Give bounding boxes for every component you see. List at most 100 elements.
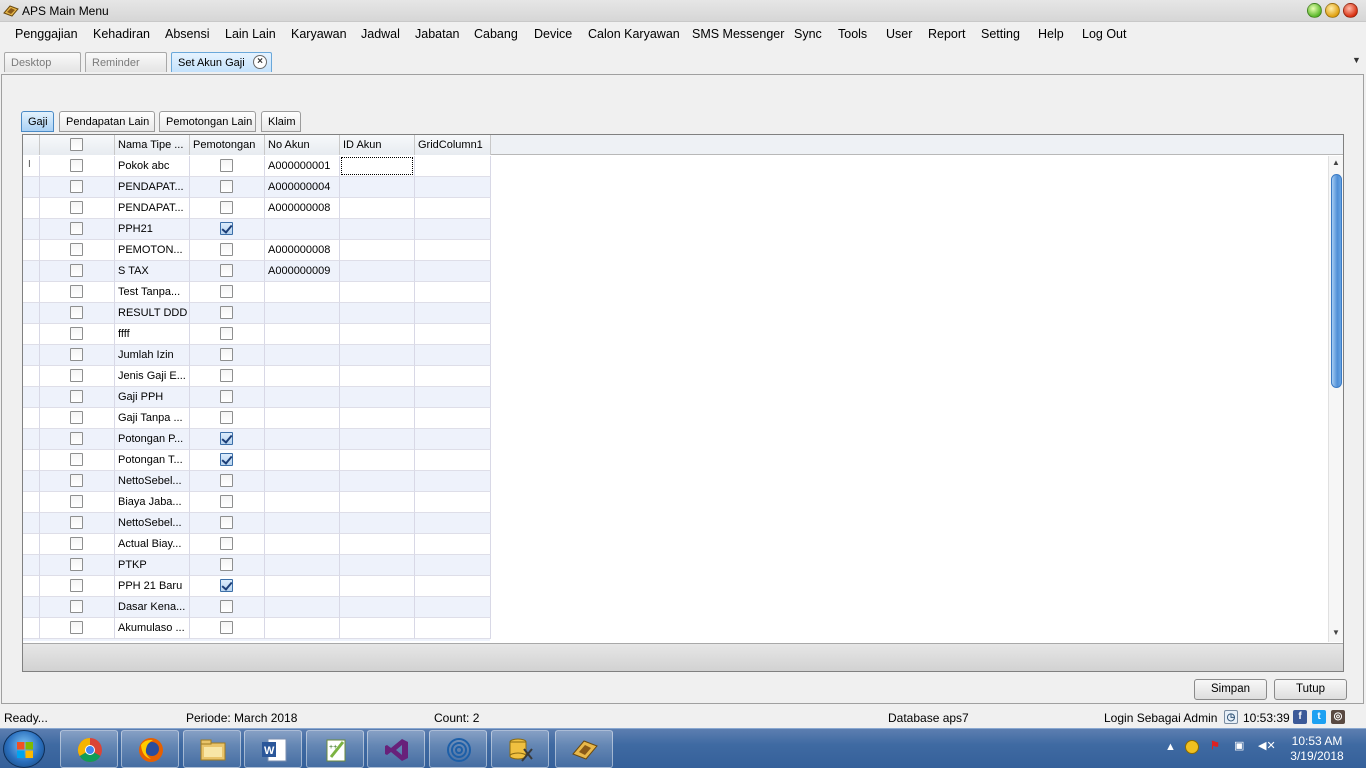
menu-sms-messenger[interactable]: SMS Messenger bbox=[692, 27, 784, 41]
pemotongan-checkbox[interactable] bbox=[220, 369, 233, 382]
taskbar-visual-studio[interactable] bbox=[367, 730, 425, 768]
taskbar-notepad-plus-plus[interactable]: ++ bbox=[306, 730, 364, 768]
table-row[interactable]: Biaya Jaba... bbox=[23, 492, 491, 513]
row-select-checkbox[interactable] bbox=[70, 369, 83, 382]
cell-id-akun[interactable] bbox=[340, 282, 415, 303]
cell-select[interactable] bbox=[40, 534, 115, 555]
table-row[interactable]: PEMOTON... A000000008 bbox=[23, 240, 491, 261]
subtab-pendapatan-lain[interactable]: Pendapatan Lain bbox=[59, 111, 155, 132]
taskbar-firefox[interactable] bbox=[121, 730, 179, 768]
menu-kehadiran[interactable]: Kehadiran bbox=[93, 27, 150, 41]
scroll-down-icon[interactable]: ▼ bbox=[1332, 628, 1340, 637]
cell-select[interactable] bbox=[40, 597, 115, 618]
scroll-up-icon[interactable]: ▲ bbox=[1332, 158, 1340, 167]
start-button[interactable] bbox=[3, 730, 45, 768]
cell-pemotongan[interactable] bbox=[190, 324, 265, 345]
cell-no-akun[interactable] bbox=[265, 282, 340, 303]
cell-select[interactable] bbox=[40, 366, 115, 387]
row-select-checkbox[interactable] bbox=[70, 537, 83, 550]
tab-overflow-chevron-down-icon[interactable]: ▼ bbox=[1352, 55, 1361, 65]
cell-gridcolumn1[interactable] bbox=[415, 408, 491, 429]
cell-gridcolumn1[interactable] bbox=[415, 240, 491, 261]
taskbar-file-explorer[interactable] bbox=[183, 730, 241, 768]
cell-pemotongan[interactable] bbox=[190, 513, 265, 534]
cell-no-akun[interactable] bbox=[265, 219, 340, 240]
cell-gridcolumn1[interactable] bbox=[415, 576, 491, 597]
cell-nama-tipe[interactable]: Pokok abc bbox=[115, 156, 190, 177]
cell-nama-tipe[interactable]: NettoSebel... bbox=[115, 471, 190, 492]
menu-device[interactable]: Device bbox=[534, 27, 572, 41]
header-nama-tipe[interactable]: Nama Tipe ... bbox=[115, 135, 190, 155]
cell-id-akun[interactable] bbox=[340, 156, 415, 177]
cell-nama-tipe[interactable]: Akumulaso ... bbox=[115, 618, 190, 639]
cell-nama-tipe[interactable]: Potongan P... bbox=[115, 429, 190, 450]
cell-nama-tipe[interactable]: Biaya Jaba... bbox=[115, 492, 190, 513]
cell-nama-tipe[interactable]: PEMOTON... bbox=[115, 240, 190, 261]
cell-no-akun[interactable] bbox=[265, 492, 340, 513]
pemotongan-checkbox[interactable] bbox=[220, 537, 233, 550]
cell-gridcolumn1[interactable] bbox=[415, 555, 491, 576]
table-row[interactable]: Dasar Kena... bbox=[23, 597, 491, 618]
pemotongan-checkbox[interactable] bbox=[220, 432, 233, 445]
cell-no-akun[interactable]: A000000009 bbox=[265, 261, 340, 282]
row-select-checkbox[interactable] bbox=[70, 180, 83, 193]
cell-gridcolumn1[interactable] bbox=[415, 324, 491, 345]
cell-select[interactable] bbox=[40, 282, 115, 303]
cell-nama-tipe[interactable]: ffff bbox=[115, 324, 190, 345]
table-row[interactable]: Potongan P... bbox=[23, 429, 491, 450]
cell-pemotongan[interactable] bbox=[190, 303, 265, 324]
cell-id-akun[interactable] bbox=[340, 555, 415, 576]
cell-nama-tipe[interactable]: NettoSebel... bbox=[115, 513, 190, 534]
taskbar-database-tools[interactable] bbox=[491, 730, 549, 768]
menu-karyawan[interactable]: Karyawan bbox=[291, 27, 347, 41]
pemotongan-checkbox[interactable] bbox=[220, 222, 233, 235]
cell-pemotongan[interactable] bbox=[190, 471, 265, 492]
table-row[interactable]: NettoSebel... bbox=[23, 471, 491, 492]
cell-gridcolumn1[interactable] bbox=[415, 219, 491, 240]
cell-no-akun[interactable] bbox=[265, 450, 340, 471]
cell-gridcolumn1[interactable] bbox=[415, 450, 491, 471]
cell-select[interactable] bbox=[40, 471, 115, 492]
cell-nama-tipe[interactable]: PTKP bbox=[115, 555, 190, 576]
tab-reminder[interactable]: Reminder bbox=[85, 52, 167, 72]
cell-no-akun[interactable] bbox=[265, 324, 340, 345]
cell-pemotongan[interactable] bbox=[190, 156, 265, 177]
cell-nama-tipe[interactable]: RESULT DDD bbox=[115, 303, 190, 324]
table-row[interactable]: NettoSebel... bbox=[23, 513, 491, 534]
cell-pemotongan[interactable] bbox=[190, 597, 265, 618]
pemotongan-checkbox[interactable] bbox=[220, 453, 233, 466]
cell-id-akun[interactable] bbox=[340, 534, 415, 555]
cell-select[interactable] bbox=[40, 177, 115, 198]
cell-no-akun[interactable] bbox=[265, 555, 340, 576]
table-row[interactable]: PTKP bbox=[23, 555, 491, 576]
cell-gridcolumn1[interactable] bbox=[415, 471, 491, 492]
header-no-akun[interactable]: No Akun bbox=[265, 135, 340, 155]
row-select-checkbox[interactable] bbox=[70, 306, 83, 319]
pemotongan-checkbox[interactable] bbox=[220, 621, 233, 634]
cell-nama-tipe[interactable]: Test Tanpa... bbox=[115, 282, 190, 303]
pemotongan-checkbox[interactable] bbox=[220, 474, 233, 487]
taskbar-chrome[interactable] bbox=[60, 730, 118, 768]
cell-nama-tipe[interactable]: PPH 21 Baru bbox=[115, 576, 190, 597]
cell-pemotongan[interactable] bbox=[190, 429, 265, 450]
cell-pemotongan[interactable] bbox=[190, 555, 265, 576]
cell-select[interactable] bbox=[40, 576, 115, 597]
cell-nama-tipe[interactable]: Gaji Tanpa ... bbox=[115, 408, 190, 429]
cell-gridcolumn1[interactable] bbox=[415, 492, 491, 513]
row-select-checkbox[interactable] bbox=[70, 411, 83, 424]
cell-id-akun[interactable] bbox=[340, 429, 415, 450]
cell-no-akun[interactable]: A000000008 bbox=[265, 240, 340, 261]
row-select-checkbox[interactable] bbox=[70, 327, 83, 340]
cell-nama-tipe[interactable]: Dasar Kena... bbox=[115, 597, 190, 618]
menu-setting[interactable]: Setting bbox=[981, 27, 1020, 41]
volume-muted-icon[interactable]: ◀✕ bbox=[1258, 739, 1276, 752]
cell-select[interactable] bbox=[40, 450, 115, 471]
row-select-checkbox[interactable] bbox=[70, 453, 83, 466]
cell-id-akun[interactable] bbox=[340, 366, 415, 387]
action-center-flag-icon[interactable]: ⚑ bbox=[1210, 739, 1220, 752]
cell-gridcolumn1[interactable] bbox=[415, 198, 491, 219]
menu-jabatan[interactable]: Jabatan bbox=[415, 27, 459, 41]
taskbar-word[interactable]: W bbox=[244, 730, 302, 768]
cell-nama-tipe[interactable]: Potongan T... bbox=[115, 450, 190, 471]
cell-select[interactable] bbox=[40, 492, 115, 513]
